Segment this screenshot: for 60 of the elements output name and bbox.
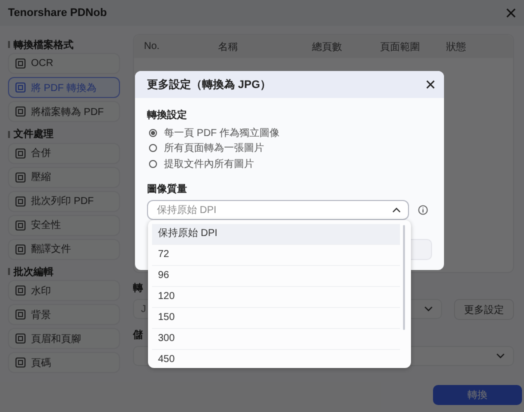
section-heading: 文件處理 (14, 128, 54, 141)
sidebar-item[interactable]: 頁碼 (8, 352, 120, 373)
sidebar-item[interactable]: 將檔案轉為 PDF (8, 101, 120, 122)
sidebar-item[interactable]: 壓縮 (8, 166, 120, 188)
column-header: 總頁數 (312, 40, 343, 54)
sidebar-item[interactable]: 合併 (8, 142, 120, 164)
radio-button[interactable] (149, 144, 157, 152)
radio-label: 所有頁面轉為一張圖片 (164, 142, 264, 156)
dropdown-option[interactable]: 120 (152, 287, 400, 308)
dialog-title: 更多設定（轉換為 JPG） (147, 78, 272, 92)
sidebar-item[interactable]: 批次列印 PDF (8, 190, 120, 212)
chevron-down-icon (496, 353, 505, 359)
page-icon (15, 196, 26, 206)
close-icon[interactable] (426, 80, 435, 89)
sidebar-item[interactable]: OCR (8, 53, 120, 74)
quality-select[interactable]: 保持原始 DPI (147, 200, 409, 220)
dropdown-option[interactable]: 保持原始 DPI (152, 224, 400, 245)
radio-button[interactable] (149, 160, 157, 168)
section-heading: 轉換檔案格式 (14, 38, 74, 52)
page-icon (15, 172, 26, 182)
dropdown-option[interactable]: 300 (152, 329, 400, 350)
chevron-down-icon (424, 306, 433, 312)
chevron-up-icon (392, 206, 401, 212)
info-icon[interactable] (418, 204, 428, 214)
sidebar-item[interactable]: 安全性 (8, 214, 120, 236)
dropdown-option[interactable]: 72 (152, 245, 400, 266)
page-icon (15, 58, 26, 69)
dropdown-option[interactable]: 450 (152, 350, 400, 368)
page-icon (15, 148, 26, 158)
sidebar-item[interactable]: 水印 (8, 280, 120, 301)
page-icon (15, 333, 26, 344)
section-heading: 轉換設定 (147, 108, 188, 122)
page-icon (15, 285, 26, 296)
scrollbar[interactable] (403, 225, 405, 330)
sidebar-item[interactable]: 翻譯文件 (8, 238, 120, 260)
page-icon (15, 244, 26, 254)
field-label: 儲 (133, 328, 143, 342)
field-label: 轉 (133, 282, 143, 295)
page-icon (15, 220, 26, 230)
radio-button[interactable] (149, 128, 157, 137)
page-icon (15, 106, 26, 117)
page-icon (15, 82, 26, 93)
window-title: Tenorshare PDNob (8, 7, 107, 19)
sidebar-item[interactable]: 頁眉和頁腳 (8, 328, 120, 349)
column-header: No. (144, 41, 161, 52)
page-icon (15, 309, 26, 320)
convert-button[interactable]: 轉換 (433, 385, 522, 405)
column-header: 名稱 (218, 40, 239, 54)
column-header: 頁面範圍 (380, 40, 421, 54)
sidebar-item[interactable]: 將 PDF 轉換為 (8, 77, 120, 98)
section-heading: 圖像質量 (147, 182, 188, 196)
radio-label: 提取文件內所有圖片 (164, 158, 254, 171)
dropdown-option[interactable]: 150 (152, 308, 400, 329)
page-icon (15, 357, 26, 368)
radio-label: 每一頁 PDF 作為獨立圖像 (164, 126, 280, 140)
column-header: 狀態 (446, 40, 466, 54)
dropdown-option[interactable]: 96 (152, 266, 400, 287)
section-heading: 批次編輯 (14, 266, 54, 278)
more-settings-button[interactable]: 更多設定 (454, 299, 514, 320)
sidebar-item[interactable]: 背景 (8, 304, 120, 325)
